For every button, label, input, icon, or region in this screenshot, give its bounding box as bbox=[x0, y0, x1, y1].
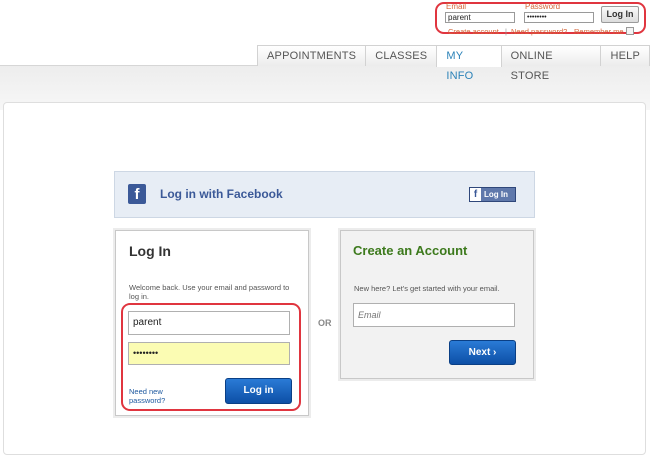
facebook-login-button[interactable]: f Log In bbox=[469, 187, 516, 202]
next-button[interactable]: Next › bbox=[449, 340, 516, 365]
top-email-input[interactable]: parent bbox=[445, 12, 515, 23]
tab-my-info[interactable]: MY INFO bbox=[436, 45, 502, 82]
or-divider: OR bbox=[318, 318, 332, 328]
top-password-label: Password bbox=[525, 2, 561, 11]
login-form-highlight bbox=[121, 303, 301, 411]
top-login-button[interactable]: Log In bbox=[601, 6, 639, 23]
create-account-title: Create an Account bbox=[353, 243, 468, 258]
facebook-button-icon: f bbox=[470, 188, 481, 201]
content-panel bbox=[3, 102, 646, 455]
top-email-label: Email bbox=[446, 2, 467, 11]
remember-me-checkbox[interactable] bbox=[626, 27, 634, 35]
login-title: Log In bbox=[129, 243, 171, 259]
tab-online-store[interactable]: ONLINE STORE bbox=[500, 45, 602, 82]
link-separator: | bbox=[505, 27, 507, 36]
remember-me-label: Remember me bbox=[574, 27, 624, 36]
tab-help[interactable]: HELP bbox=[600, 45, 650, 66]
top-password-input[interactable]: •••••••• bbox=[524, 12, 594, 23]
facebook-login-label: Log in with Facebook bbox=[160, 187, 283, 201]
create-account-intro: New here? Let's get started with your em… bbox=[354, 284, 500, 293]
nav-tabs: APPOINTMENTS CLASSES MY INFO ONLINE STOR… bbox=[257, 45, 650, 82]
need-password-link[interactable]: Need password? bbox=[511, 27, 567, 36]
tab-classes[interactable]: CLASSES bbox=[365, 45, 438, 66]
facebook-button-label: Log In bbox=[484, 190, 508, 199]
create-email-input[interactable] bbox=[353, 303, 515, 327]
tab-appointments[interactable]: APPOINTMENTS bbox=[257, 45, 367, 66]
create-account-link[interactable]: Create account bbox=[448, 27, 499, 36]
facebook-icon: f bbox=[128, 184, 146, 204]
login-intro: Welcome back. Use your email and passwor… bbox=[129, 283, 290, 301]
